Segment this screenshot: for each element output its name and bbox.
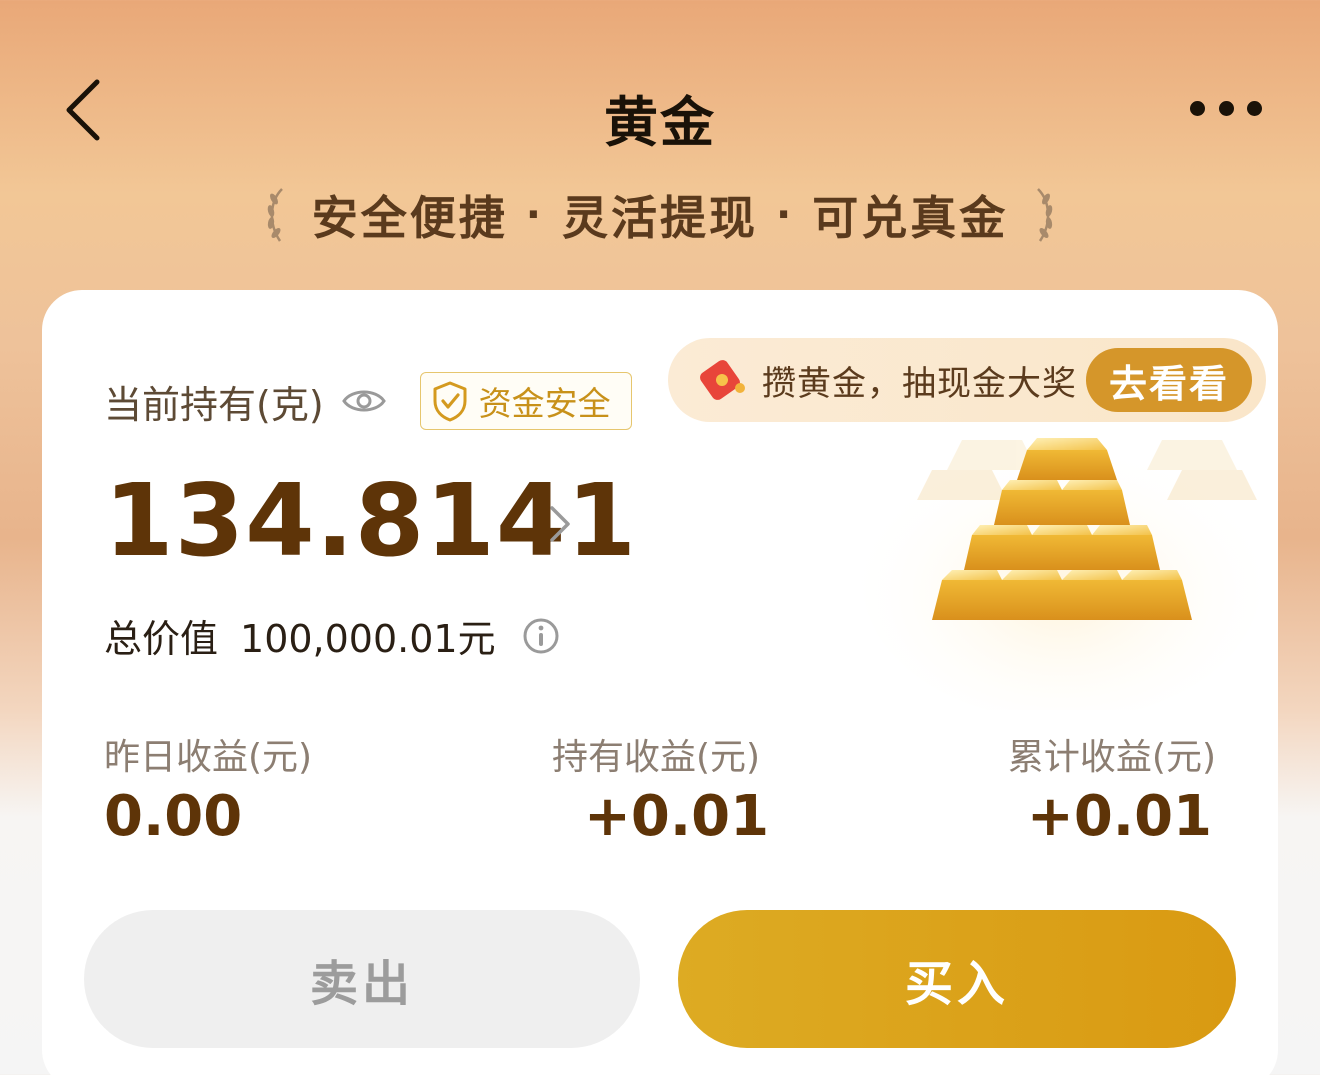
promo-go-button[interactable]: 去看看 (1086, 348, 1252, 412)
eye-icon[interactable] (341, 386, 386, 416)
more-icon (1190, 100, 1205, 116)
promo-text: 攒黄金，抽现金大奖 (762, 363, 1077, 404)
page-title: 黄金 (604, 91, 716, 154)
slogan-item: 可兑真金 (812, 191, 1009, 245)
more-button[interactable] (1190, 90, 1262, 126)
more-icon-dot (1247, 100, 1262, 116)
slogan-item: 灵活提现 (562, 191, 758, 245)
holding-label: 当前持有(克) (104, 382, 324, 427)
stat-value-cumulative: +0.01 (1026, 784, 1212, 849)
slogan-separator: · (776, 192, 795, 238)
buy-button[interactable]: 买入 (678, 910, 1236, 1048)
red-envelope-icon (700, 360, 745, 400)
holding-card: 当前持有(克) 资金安全 攒黄金，抽现金大奖 去看看 134.8141 总价值 … (42, 290, 1278, 1075)
sell-button[interactable]: 卖出 (84, 910, 640, 1048)
safety-badge[interactable]: 资金安全 (419, 372, 632, 430)
total-value: 100,000.01元 (240, 617, 496, 661)
slogan-separator: · (525, 192, 544, 238)
slogan: 安全便捷 · 灵活提现 · 可兑真金 (0, 182, 1320, 248)
more-icon-dot (1218, 100, 1234, 116)
shield-check-icon (433, 381, 467, 422)
stat-label-cumulative: 累计收益(元) (1007, 737, 1216, 778)
total-value-label: 总价值 (104, 617, 219, 661)
safety-badge-label: 资金安全 (478, 384, 611, 423)
stat-value-holding: +0.01 (584, 784, 770, 849)
laurel-right-icon (1037, 188, 1053, 242)
laurel-left-icon (267, 188, 283, 242)
gold-bars-icon (862, 438, 1262, 710)
stat-value-yesterday: 0.00 (104, 784, 243, 849)
stat-label-holding: 持有收益(元) (552, 737, 761, 778)
stat-label-yesterday: 昨日收益(元) (104, 737, 313, 778)
chevron-right-icon[interactable] (544, 502, 574, 546)
info-icon[interactable] (522, 617, 560, 655)
slogan-item: 安全便捷 (311, 191, 508, 245)
